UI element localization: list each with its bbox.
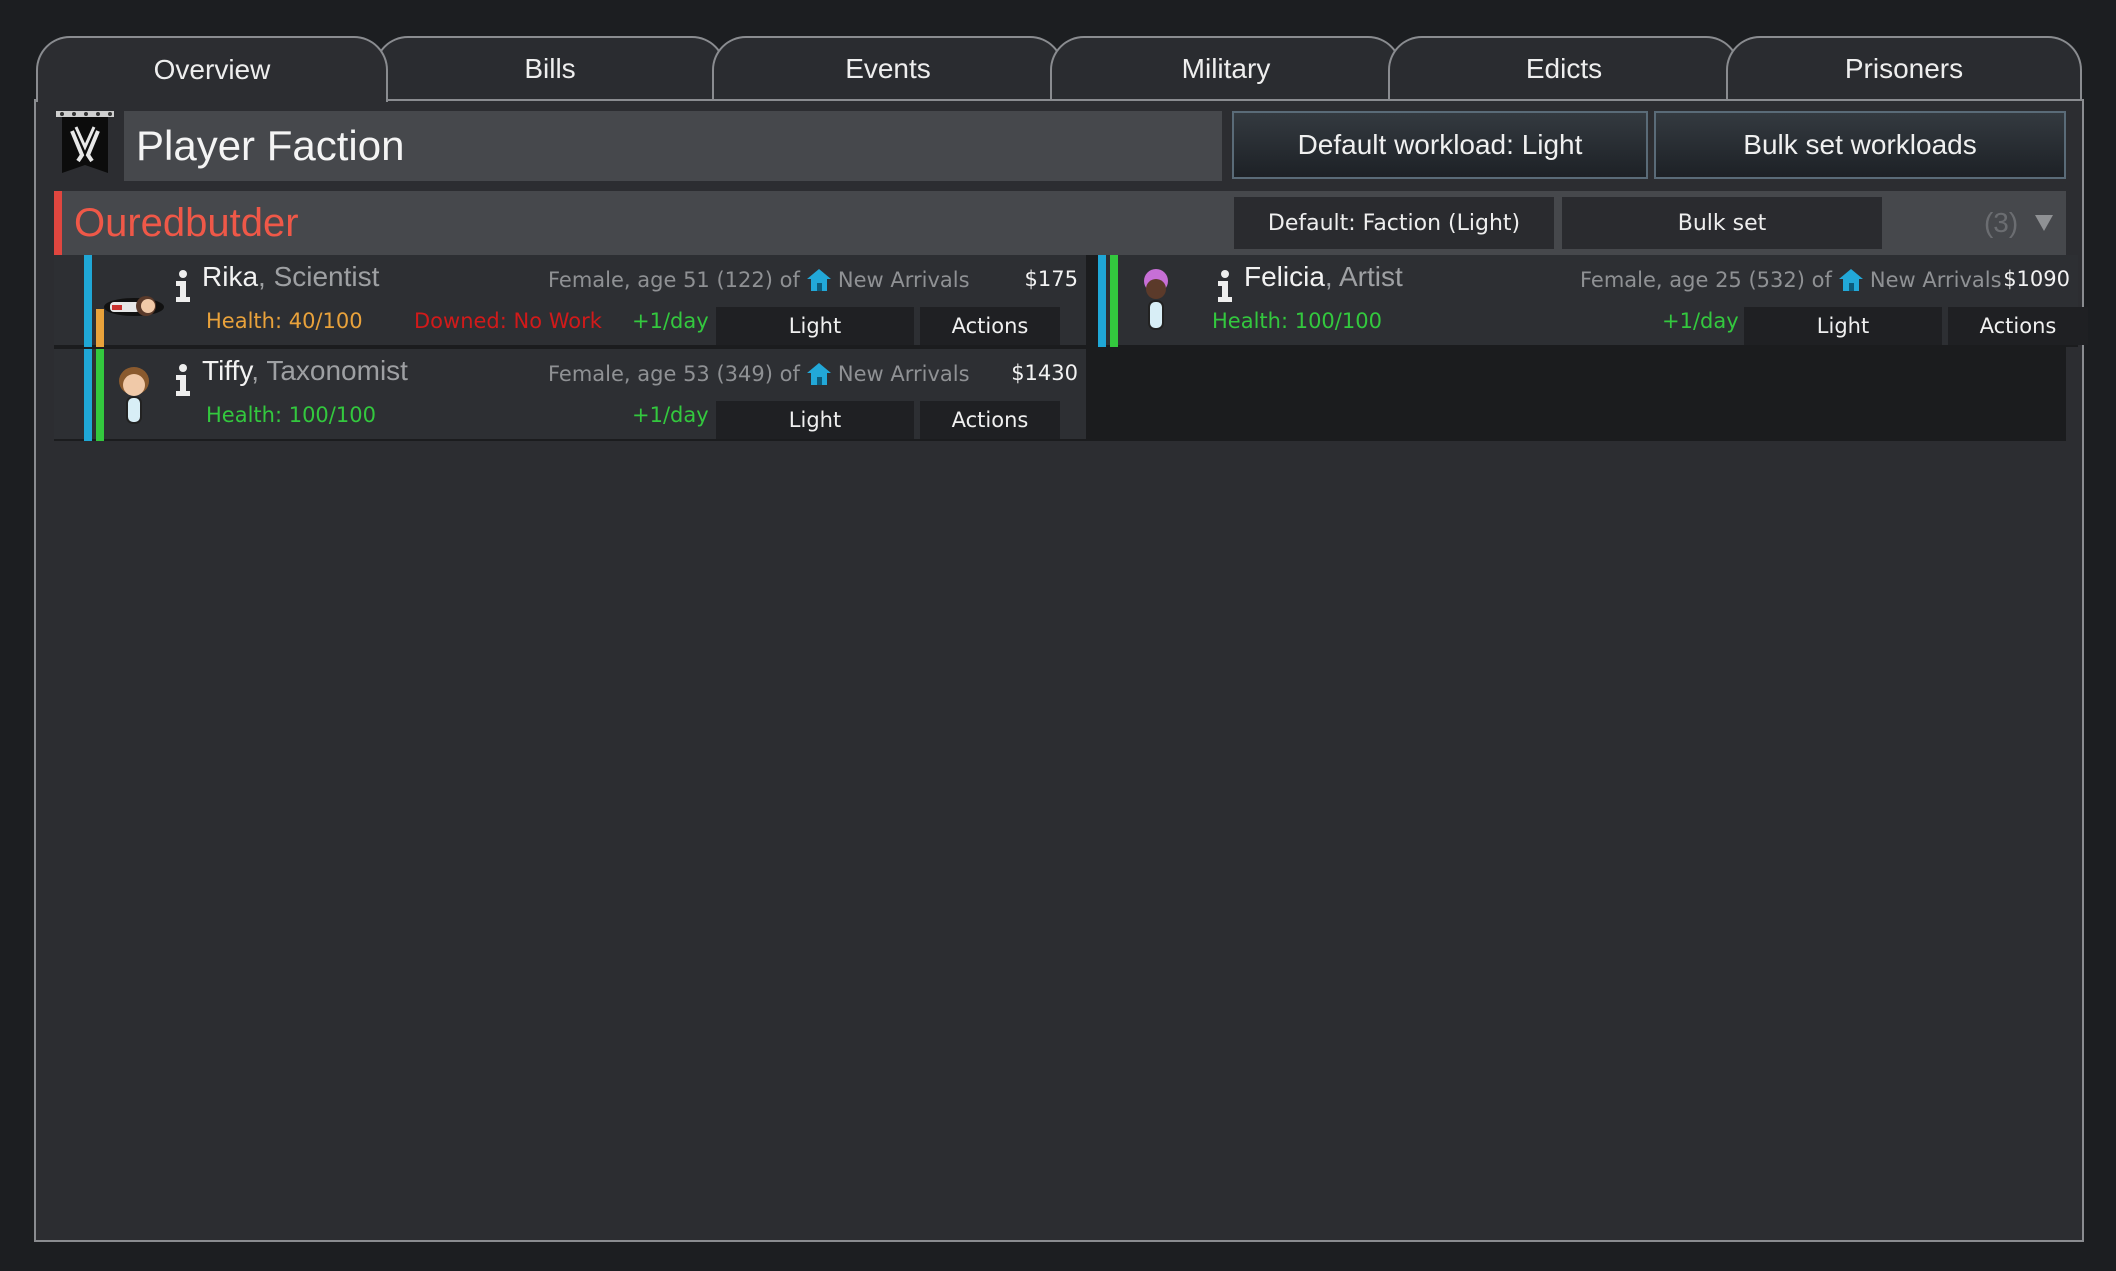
selection-bar (1098, 255, 1106, 347)
tab-prisoners[interactable]: Prisoners (1726, 36, 2082, 100)
pawn-money: $175 (1024, 267, 1078, 291)
pawn-role: Scientist (273, 261, 380, 292)
actions-button[interactable]: Actions (920, 307, 1060, 345)
pawn-name: Tiffy, Taxonomist (202, 355, 408, 387)
house-icon (806, 361, 832, 387)
pawn-row-tiffy[interactable]: Tiffy, Taxonomist Female, age 53 (349) o… (54, 349, 1086, 441)
faction-name-field[interactable]: Player Faction (124, 111, 1222, 181)
actions-button[interactable]: Actions (1948, 307, 2088, 345)
workload-button[interactable]: Light (716, 307, 914, 345)
pawn-rate: +1/day (632, 403, 709, 427)
workload-button[interactable]: Light (716, 401, 914, 439)
pawn-description: Female, age 25 (532) of (1580, 268, 1832, 292)
group-count: (3) (1984, 191, 2054, 255)
pawn-portrait[interactable] (98, 359, 170, 431)
bulk-set-workloads-button[interactable]: Bulk set workloads (1654, 111, 2066, 179)
house-icon (1838, 267, 1864, 293)
info-icon[interactable] (172, 363, 194, 397)
tab-overview[interactable]: Overview (36, 36, 388, 102)
group-header[interactable]: Ouredbutder Default: Faction (Light) Bul… (54, 191, 2066, 255)
pawn-name-text: Tiffy (202, 355, 252, 386)
pawn-meta: Female, age 51 (122) of New Arrivals (548, 267, 970, 293)
pawn-health: Health: 40/100 (206, 309, 363, 333)
pawn-portrait[interactable] (1120, 265, 1192, 337)
pawn-rate: +1/day (632, 309, 709, 333)
pawn-name-separator: , (1324, 261, 1339, 292)
house-icon (806, 267, 832, 293)
pawn-portrait-downed[interactable] (98, 265, 170, 337)
selection-bar (84, 349, 92, 441)
pawn-name-separator: , (251, 355, 267, 386)
pawn-role: Taxonomist (266, 355, 408, 386)
pawn-name-text: Felicia (1244, 261, 1325, 292)
pawn-money: $1090 (2003, 267, 2070, 291)
pawn-rate: +1/day (1662, 309, 1739, 333)
group-count-label: (3) (1983, 207, 2019, 238)
workload-button[interactable]: Light (1744, 307, 1942, 345)
pawn-origin: New Arrivals (1869, 268, 2002, 292)
pawn-origin: New Arrivals (837, 362, 970, 386)
pawn-health: Health: 100/100 (1212, 309, 1382, 333)
pawn-row-felicia[interactable]: Felicia, Artist Female, age 25 (532) of … (1098, 255, 2088, 347)
info-icon[interactable] (1214, 269, 1236, 303)
group-name: Ouredbutder (74, 201, 299, 245)
pawn-meta: Female, age 53 (349) of New Arrivals (548, 361, 970, 387)
pawn-origin: New Arrivals (837, 268, 970, 292)
triangle-down-icon[interactable] (2034, 191, 2054, 255)
pawn-description: Female, age 53 (349) of (548, 362, 800, 386)
pawn-role: Artist (1338, 261, 1403, 292)
actions-button[interactable]: Actions (920, 401, 1060, 439)
tab-bills[interactable]: Bills (374, 36, 726, 100)
health-bar (1110, 255, 1118, 347)
tab-military[interactable]: Military (1050, 36, 1402, 100)
pawn-name: Rika, Scientist (202, 261, 379, 293)
pawn-status: Downed: No Work (414, 309, 602, 333)
main-panel: Player Faction Default workload: Light B… (34, 99, 2088, 1242)
selection-bar (84, 255, 92, 347)
pawn-row-rika[interactable]: Rika, Scientist Female, age 51 (122) of … (54, 255, 1086, 347)
group-default-workload-button[interactable]: Default: Faction (Light) (1234, 197, 1554, 249)
tab-edicts[interactable]: Edicts (1388, 36, 1740, 100)
pawn-name: Felicia, Artist (1244, 261, 1403, 293)
pawn-meta: Female, age 25 (532) of New Arrivals (1580, 267, 2002, 293)
pawn-health: Health: 100/100 (206, 403, 376, 427)
pawn-money: $1430 (1011, 361, 1078, 385)
faction-banner-icon (54, 111, 116, 181)
group-bulk-set-button[interactable]: Bulk set (1562, 197, 1882, 249)
default-workload-button[interactable]: Default workload: Light (1232, 111, 1648, 179)
info-icon[interactable] (172, 269, 194, 303)
pawn-name-text: Rika (202, 261, 259, 292)
pawn-description: Female, age 51 (122) of (548, 268, 800, 292)
tab-events[interactable]: Events (712, 36, 1064, 100)
pawn-name-separator: , (258, 261, 274, 292)
tab-bar: Overview Bills Events Military Edicts Pr… (36, 36, 2082, 102)
